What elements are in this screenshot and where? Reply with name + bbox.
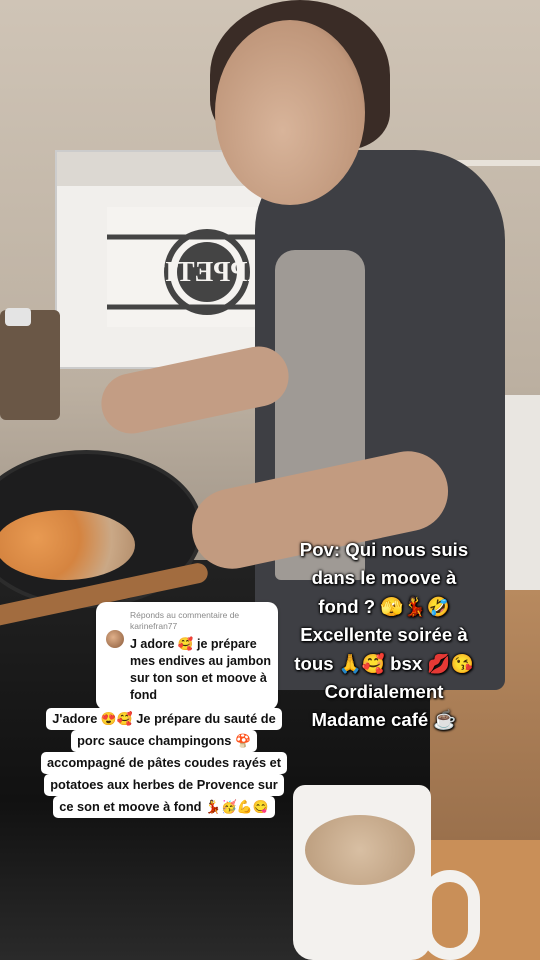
sticker-text: APPETIT xyxy=(146,257,268,288)
person-head xyxy=(215,20,365,205)
overlay-line: Pov: Qui nous suis xyxy=(299,539,469,560)
coffee xyxy=(305,815,415,885)
caption-line: ce son et moove à fond 💃🥳💪😋 xyxy=(53,796,275,818)
overlay-line: Excellente soirée à xyxy=(300,624,468,646)
mug-handle xyxy=(420,870,480,960)
bottle xyxy=(0,310,60,420)
caption-box: J'adore 😍🥰 Je prépare du sauté de porc s… xyxy=(36,708,292,818)
food-in-pan xyxy=(0,510,135,580)
reply-header-label: Réponds au commentaire de xyxy=(130,610,240,620)
reply-username: karinefran77 xyxy=(130,621,178,631)
caption-line: J'adore 😍🥰 Je prépare du sauté de xyxy=(46,708,282,730)
overlay-line: tous 🙏🥰 bsx 💋😘 xyxy=(294,652,474,674)
reply-comment-text: J adore 🥰 je prépare mes endives au jamb… xyxy=(130,637,272,702)
caption-line: accompagné de pâtes coudes rayés et xyxy=(41,752,287,774)
caption-line: porc sauce champingons 🍄 xyxy=(71,730,257,752)
overlay-line: dans le moove à xyxy=(311,567,457,589)
caption-line: potatoes aux herbes de Provence sur xyxy=(44,774,284,796)
overlay-text: Pov: Qui nous suis dans le moove à fond … xyxy=(278,536,490,735)
avatar xyxy=(106,630,124,648)
reply-header: Réponds au commentaire de karinefran77 xyxy=(130,610,239,632)
reply-comment-sticker[interactable]: Réponds au commentaire de karinefran77 J… xyxy=(96,602,278,710)
overlay-line: fond ? 🫣💃🤣 xyxy=(318,595,450,617)
bottle-cap xyxy=(5,308,31,326)
overlay-line: Cordialement xyxy=(324,681,444,703)
overlay-line: Madame café ☕ xyxy=(311,709,457,731)
